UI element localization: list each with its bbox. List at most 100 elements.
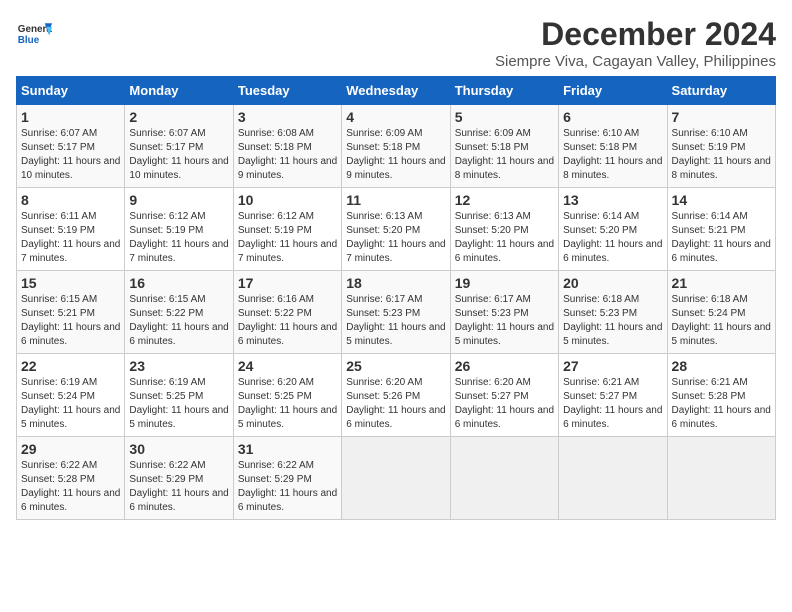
- day-info: Sunrise: 6:22 AMSunset: 5:29 PMDaylight:…: [238, 459, 337, 515]
- svg-text:Blue: Blue: [18, 35, 40, 46]
- month-title: December 2024: [495, 16, 776, 53]
- day-number: 30: [129, 441, 228, 457]
- calendar-cell: 5 Sunrise: 6:09 AMSunset: 5:18 PMDaylight…: [450, 105, 558, 188]
- logo: General Blue: [16, 16, 52, 52]
- calendar-header: Sunday Monday Tuesday Wednesday Thursday…: [17, 77, 776, 105]
- calendar-cell: 29 Sunrise: 6:22 AMSunset: 5:28 PMDayligh…: [17, 437, 125, 520]
- calendar-cell: 19 Sunrise: 6:17 AMSunset: 5:23 PMDayligh…: [450, 271, 558, 354]
- col-saturday: Saturday: [667, 77, 775, 105]
- day-number: 4: [346, 109, 445, 125]
- calendar-cell: 1Sunrise: 6:07 AMSunset: 5:17 PMDaylight…: [17, 105, 125, 188]
- title-area: December 2024 Siempre Viva, Cagayan Vall…: [495, 16, 776, 70]
- week-row-5: 29 Sunrise: 6:22 AMSunset: 5:28 PMDayligh…: [17, 437, 776, 520]
- day-number: 17: [238, 275, 337, 291]
- day-number: 26: [455, 358, 554, 374]
- day-number: 18: [346, 275, 445, 291]
- day-info: Sunrise: 6:10 AMSunset: 5:19 PMDaylight:…: [672, 127, 771, 183]
- day-number: 3: [238, 109, 337, 125]
- calendar-cell: 21Sunrise: 6:18 AMSunset: 5:24 PMDayligh…: [667, 271, 775, 354]
- calendar-cell: 10 Sunrise: 6:12 AMSunset: 5:19 PMDayligh…: [233, 188, 341, 271]
- day-number: 13: [563, 192, 662, 208]
- calendar-cell: 20 Sunrise: 6:18 AMSunset: 5:23 PMDayligh…: [559, 271, 667, 354]
- day-number: 23: [129, 358, 228, 374]
- calendar-cell: 8Sunrise: 6:11 AMSunset: 5:19 PMDaylight…: [17, 188, 125, 271]
- day-info: Sunrise: 6:14 AMSunset: 5:20 PMDaylight:…: [563, 210, 662, 266]
- calendar-cell: 15Sunrise: 6:15 AMSunset: 5:21 PMDayligh…: [17, 271, 125, 354]
- day-info: Sunrise: 6:21 AMSunset: 5:28 PMDaylight:…: [672, 376, 771, 432]
- calendar-cell: 11Sunrise: 6:13 AMSunset: 5:20 PMDayligh…: [342, 188, 450, 271]
- calendar-cell: 13 Sunrise: 6:14 AMSunset: 5:20 PMDayligh…: [559, 188, 667, 271]
- day-info: Sunrise: 6:20 AMSunset: 5:27 PMDaylight:…: [455, 376, 554, 432]
- calendar-cell: 22 Sunrise: 6:19 AMSunset: 5:24 PMDayligh…: [17, 354, 125, 437]
- day-number: 29: [21, 441, 120, 457]
- header-row: Sunday Monday Tuesday Wednesday Thursday…: [17, 77, 776, 105]
- day-number: 24: [238, 358, 337, 374]
- calendar-cell: 24 Sunrise: 6:20 AMSunset: 5:25 PMDayligh…: [233, 354, 341, 437]
- day-info: Sunrise: 6:07 AMSunset: 5:17 PMDaylight:…: [129, 127, 228, 183]
- day-info: Sunrise: 6:12 AMSunset: 5:19 PMDaylight:…: [129, 210, 228, 266]
- col-wednesday: Wednesday: [342, 77, 450, 105]
- calendar-cell: [559, 437, 667, 520]
- day-info: Sunrise: 6:22 AMSunset: 5:28 PMDaylight:…: [21, 459, 120, 515]
- day-number: 19: [455, 275, 554, 291]
- day-number: 5: [455, 109, 554, 125]
- calendar-cell: [342, 437, 450, 520]
- day-info: Sunrise: 6:22 AMSunset: 5:29 PMDaylight:…: [129, 459, 228, 515]
- day-info: Sunrise: 6:15 AMSunset: 5:22 PMDaylight:…: [129, 293, 228, 349]
- day-number: 15: [21, 275, 120, 291]
- day-info: Sunrise: 6:17 AMSunset: 5:23 PMDaylight:…: [346, 293, 445, 349]
- day-number: 14: [672, 192, 771, 208]
- day-info: Sunrise: 6:09 AMSunset: 5:18 PMDaylight:…: [455, 127, 554, 183]
- day-info: Sunrise: 6:11 AMSunset: 5:19 PMDaylight:…: [21, 210, 120, 266]
- calendar-cell: 4 Sunrise: 6:09 AMSunset: 5:18 PMDaylight…: [342, 105, 450, 188]
- calendar-cell: 31 Sunrise: 6:22 AMSunset: 5:29 PMDayligh…: [233, 437, 341, 520]
- calendar-table: Sunday Monday Tuesday Wednesday Thursday…: [16, 76, 776, 520]
- calendar-cell: 18 Sunrise: 6:17 AMSunset: 5:23 PMDayligh…: [342, 271, 450, 354]
- day-info: Sunrise: 6:16 AMSunset: 5:22 PMDaylight:…: [238, 293, 337, 349]
- calendar-cell: 23 Sunrise: 6:19 AMSunset: 5:25 PMDayligh…: [125, 354, 233, 437]
- logo-icon: General Blue: [16, 16, 52, 52]
- day-number: 1: [21, 109, 120, 125]
- week-row-1: 1 Sunrise: 6:07 AMSunset: 5:17 PMDaylight…: [17, 105, 776, 188]
- day-info: Sunrise: 6:19 AMSunset: 5:24 PMDaylight:…: [21, 376, 120, 432]
- day-info: Sunrise: 6:19 AMSunset: 5:25 PMDaylight:…: [129, 376, 228, 432]
- day-info: Sunrise: 6:12 AMSunset: 5:19 PMDaylight:…: [238, 210, 337, 266]
- day-number: 31: [238, 441, 337, 457]
- day-number: 10: [238, 192, 337, 208]
- day-info: Sunrise: 6:18 AMSunset: 5:23 PMDaylight:…: [563, 293, 662, 349]
- day-info: Sunrise: 6:10 AMSunset: 5:18 PMDaylight:…: [563, 127, 662, 183]
- day-number: 28: [672, 358, 771, 374]
- day-number: 6: [563, 109, 662, 125]
- calendar-cell: 30 Sunrise: 6:22 AMSunset: 5:29 PMDayligh…: [125, 437, 233, 520]
- day-number: 27: [563, 358, 662, 374]
- day-info: Sunrise: 6:20 AMSunset: 5:26 PMDaylight:…: [346, 376, 445, 432]
- calendar-cell: 7 Sunrise: 6:10 AMSunset: 5:19 PMDaylight…: [667, 105, 775, 188]
- day-number: 25: [346, 358, 445, 374]
- day-number: 20: [563, 275, 662, 291]
- day-info: Sunrise: 6:09 AMSunset: 5:18 PMDaylight:…: [346, 127, 445, 183]
- day-info: Sunrise: 6:18 AMSunset: 5:24 PMDaylight:…: [672, 293, 771, 349]
- col-thursday: Thursday: [450, 77, 558, 105]
- day-info: Sunrise: 6:13 AMSunset: 5:20 PMDaylight:…: [346, 210, 445, 266]
- col-tuesday: Tuesday: [233, 77, 341, 105]
- calendar-cell: [450, 437, 558, 520]
- calendar-cell: 6 Sunrise: 6:10 AMSunset: 5:18 PMDaylight…: [559, 105, 667, 188]
- calendar-cell: [667, 437, 775, 520]
- day-number: 16: [129, 275, 228, 291]
- day-number: 12: [455, 192, 554, 208]
- day-info: Sunrise: 6:20 AMSunset: 5:25 PMDaylight:…: [238, 376, 337, 432]
- day-number: 22: [21, 358, 120, 374]
- day-number: 9: [129, 192, 228, 208]
- calendar-cell: 2Sunrise: 6:07 AMSunset: 5:17 PMDaylight…: [125, 105, 233, 188]
- calendar-cell: 14Sunrise: 6:14 AMSunset: 5:21 PMDayligh…: [667, 188, 775, 271]
- day-info: Sunrise: 6:08 AMSunset: 5:18 PMDaylight:…: [238, 127, 337, 183]
- calendar-cell: 3 Sunrise: 6:08 AMSunset: 5:18 PMDaylight…: [233, 105, 341, 188]
- day-info: Sunrise: 6:17 AMSunset: 5:23 PMDaylight:…: [455, 293, 554, 349]
- day-number: 7: [672, 109, 771, 125]
- calendar-cell: 9 Sunrise: 6:12 AMSunset: 5:19 PMDaylight…: [125, 188, 233, 271]
- calendar-cell: 25 Sunrise: 6:20 AMSunset: 5:26 PMDayligh…: [342, 354, 450, 437]
- subtitle: Siempre Viva, Cagayan Valley, Philippine…: [495, 53, 776, 70]
- calendar-cell: 26 Sunrise: 6:20 AMSunset: 5:27 PMDayligh…: [450, 354, 558, 437]
- calendar-cell: 17 Sunrise: 6:16 AMSunset: 5:22 PMDayligh…: [233, 271, 341, 354]
- calendar-cell: 12Sunrise: 6:13 AMSunset: 5:20 PMDayligh…: [450, 188, 558, 271]
